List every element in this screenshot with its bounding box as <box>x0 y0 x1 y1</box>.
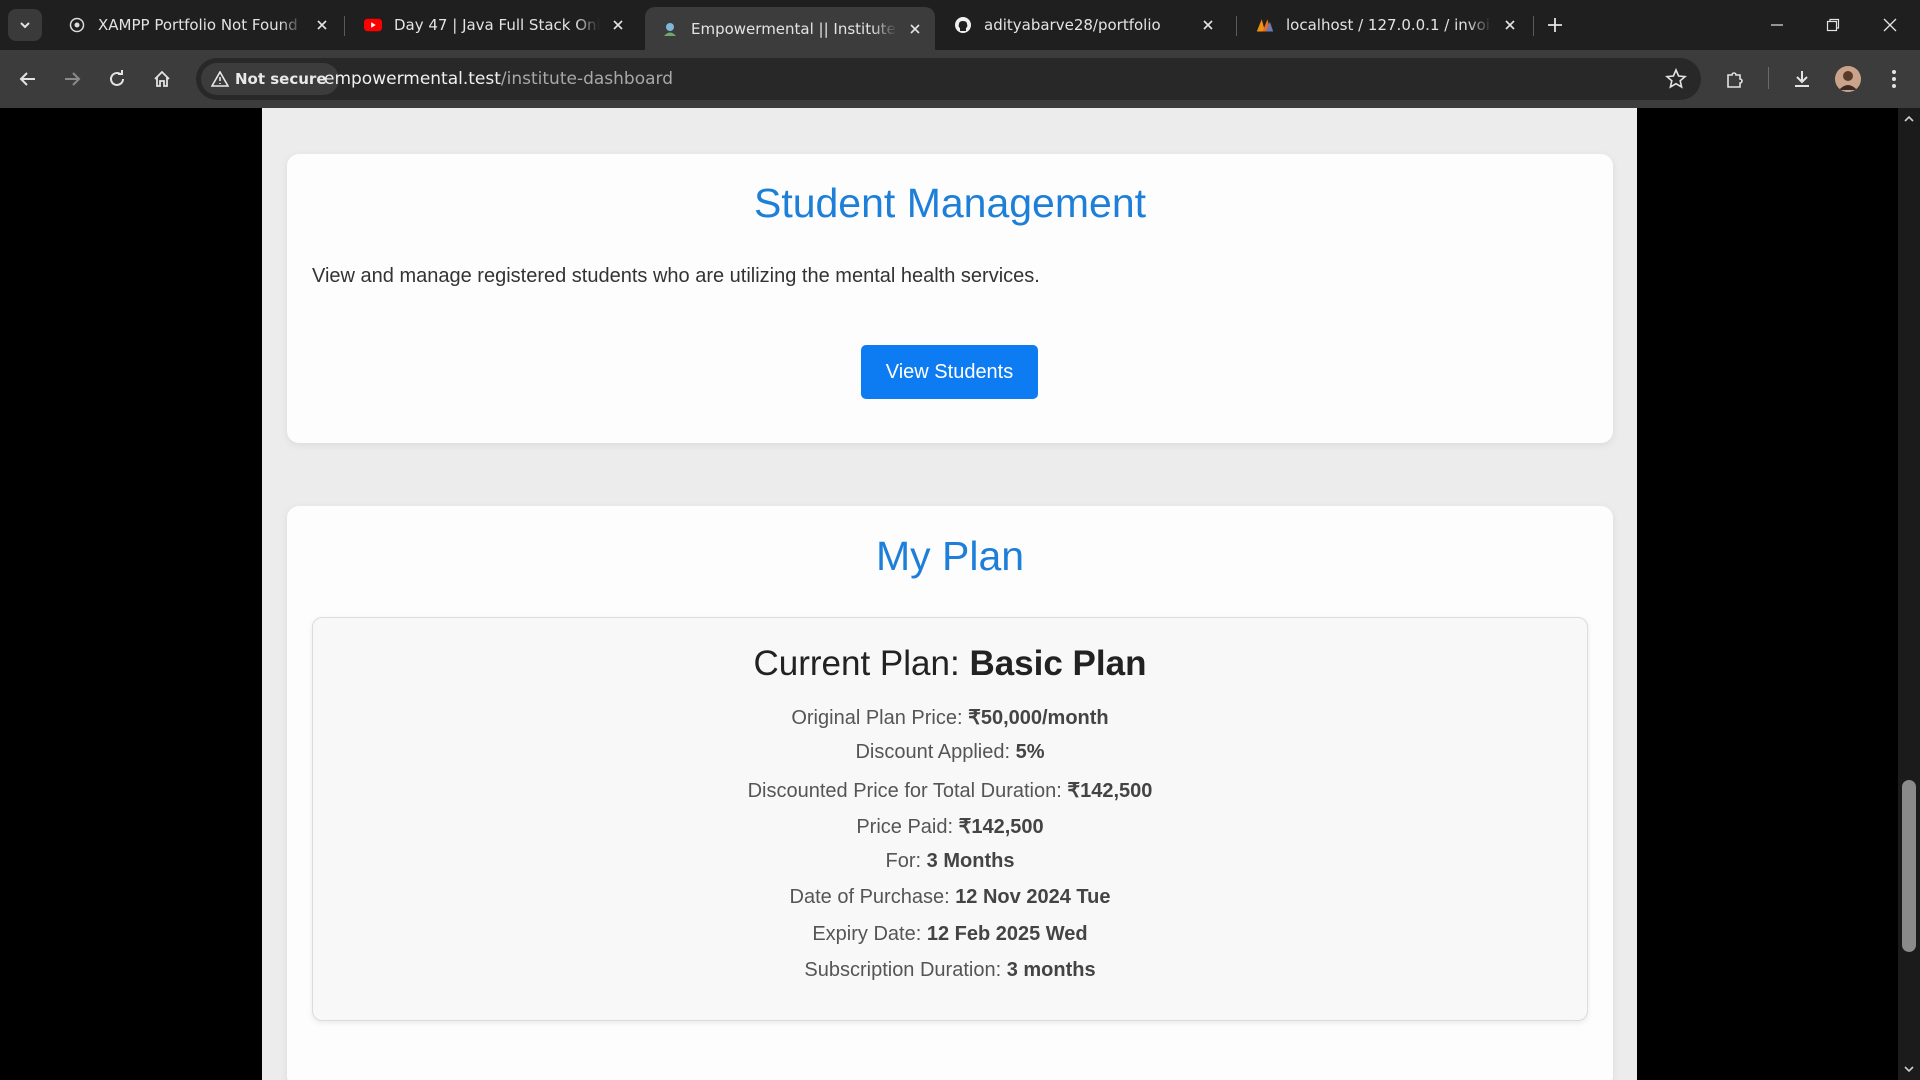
url-text[interactable]: empowermental.test/institute-dashboard <box>324 69 673 89</box>
plan-row-value: 5% <box>1015 741 1045 763</box>
tab-xampp[interactable]: XAMPP Portfolio Not Found <box>52 7 342 43</box>
plan-row-expiry-date: Expiry Date: 12 Feb 2025 Wed <box>313 923 1587 946</box>
student-management-description: View and manage registered students who … <box>312 265 1040 287</box>
minimize-button[interactable] <box>1762 10 1792 40</box>
arrow-right-icon <box>65 72 81 86</box>
plan-row-value: 12 Nov 2024 Tue <box>955 886 1111 908</box>
xampp-icon <box>68 16 86 34</box>
current-plan-heading: Current Plan: Basic Plan <box>313 644 1587 684</box>
student-management-title: Student Management <box>753 180 1147 226</box>
tab-title: Day 47 | Java Full Stack Online T <box>394 16 600 34</box>
downloads-button[interactable] <box>1786 63 1818 95</box>
phpmyadmin-icon <box>1256 16 1274 34</box>
chevron-down-icon <box>20 22 30 29</box>
url-host: empowermental.test <box>324 69 501 89</box>
current-plan-value: Basic Plan <box>969 644 1147 683</box>
page-scrollbar[interactable] <box>1898 108 1920 1080</box>
bookmark-star-icon[interactable] <box>1665 68 1687 90</box>
plan-row-discount: Discount Applied: 5% <box>313 741 1587 764</box>
security-label: Not secure <box>235 70 327 88</box>
minimize-icon <box>1771 24 1783 26</box>
my-plan-title: My Plan <box>875 533 1025 579</box>
scroll-up-arrow-icon[interactable] <box>1904 114 1914 124</box>
tab-title: localhost / 127.0.0.1 / invoice_n <box>1286 16 1492 34</box>
reload-button[interactable] <box>101 63 133 95</box>
plan-row-discounted-price: Discounted Price for Total Duration: ₹14… <box>313 778 1587 803</box>
reload-icon <box>110 70 124 86</box>
tab-phpmyadmin[interactable]: localhost / 127.0.0.1 / invoice_n <box>1240 7 1530 43</box>
view-students-button[interactable]: View Students <box>861 345 1038 399</box>
plan-row-price-paid: Price Paid: ₹142,500 <box>313 814 1587 839</box>
new-tab-button[interactable] <box>1542 12 1568 38</box>
plan-row-label: Original Plan Price: <box>791 707 969 729</box>
url-path: /institute-dashboard <box>500 69 674 89</box>
plan-row-value: 3 months <box>1006 959 1096 981</box>
close-icon[interactable] <box>312 15 332 35</box>
scrollbar-thumb[interactable] <box>1902 780 1916 952</box>
warning-icon <box>211 71 229 87</box>
dashboard-page: Student Management View and manage regis… <box>262 108 1637 1080</box>
plan-row-value: ₹50,000/month <box>968 707 1109 729</box>
plan-row-value: ₹142,500 <box>958 816 1044 838</box>
youtube-icon <box>364 16 382 34</box>
tab-github[interactable]: adityabarve28/portfolio <box>938 7 1228 43</box>
tab-title: Empowermental || Institute Das <box>691 19 897 38</box>
plan-row-value: 3 Months <box>926 850 1015 872</box>
tab-title: XAMPP Portfolio Not Found <box>98 16 298 34</box>
page-viewport: Student Management View and manage regis… <box>0 108 1920 1080</box>
tab-strip: XAMPP Portfolio Not Found Day 47 | Java … <box>0 0 1920 50</box>
github-icon <box>954 16 972 34</box>
close-icon <box>1883 18 1897 32</box>
close-icon[interactable] <box>1500 15 1520 35</box>
plan-row-original-price: Original Plan Price: ₹50,000/month <box>313 705 1587 730</box>
plus-icon <box>1548 18 1562 32</box>
close-window-button[interactable] <box>1875 10 1905 40</box>
tab-empowermental[interactable]: Empowermental || Institute Das <box>645 7 935 50</box>
plan-row-duration: For: 3 Months <box>313 850 1587 873</box>
tab-youtube[interactable]: Day 47 | Java Full Stack Online T <box>348 7 638 43</box>
avatar <box>1835 66 1861 92</box>
home-button[interactable] <box>146 63 178 95</box>
close-icon[interactable] <box>1198 15 1218 35</box>
extensions-button[interactable] <box>1719 63 1751 95</box>
empowermental-icon <box>661 20 679 38</box>
student-management-card: Student Management View and manage regis… <box>287 154 1613 443</box>
arrow-left-icon <box>19 72 35 86</box>
plan-row-label: Price Paid: <box>856 816 959 838</box>
menu-button[interactable] <box>1878 63 1910 95</box>
security-indicator[interactable]: Not secure <box>201 63 339 95</box>
plan-row-label: Discount Applied: <box>855 741 1016 763</box>
download-icon <box>1795 71 1809 87</box>
restore-icon <box>1826 18 1840 32</box>
plan-row-label: For: <box>885 850 927 872</box>
scroll-down-arrow-icon[interactable] <box>1904 1064 1914 1074</box>
profile-button[interactable] <box>1832 63 1864 95</box>
plan-row-label: Date of Purchase: <box>789 886 956 908</box>
tab-title: adityabarve28/portfolio <box>984 16 1161 34</box>
plan-row-subscription-duration: Subscription Duration: 3 months <box>313 959 1587 982</box>
tab-search-button[interactable] <box>8 9 42 41</box>
my-plan-card: My Plan Current Plan: Basic Plan Origina… <box>287 506 1613 1080</box>
plan-row-purchase-date: Date of Purchase: 12 Nov 2024 Tue <box>313 886 1587 909</box>
address-bar[interactable]: Not secure empowermental.test/institute-… <box>196 58 1701 100</box>
plan-row-label: Subscription Duration: <box>804 959 1007 981</box>
puzzle-icon <box>1727 72 1743 88</box>
plan-details-box: Current Plan: Basic Plan Original Plan P… <box>312 617 1588 1021</box>
home-icon <box>154 70 170 87</box>
restore-button[interactable] <box>1818 10 1848 40</box>
current-plan-label: Current Plan: <box>753 644 970 683</box>
kebab-menu-icon <box>1892 70 1896 88</box>
close-icon[interactable] <box>608 15 628 35</box>
browser-toolbar: Not secure empowermental.test/institute-… <box>0 50 1920 108</box>
plan-row-label: Discounted Price for Total Duration: <box>747 780 1068 802</box>
plan-row-label: Expiry Date: <box>812 923 927 945</box>
plan-row-value: 12 Feb 2025 Wed <box>926 923 1088 945</box>
close-icon[interactable] <box>905 19 925 39</box>
back-button[interactable] <box>12 63 44 95</box>
plan-row-value: ₹142,500 <box>1067 780 1153 802</box>
forward-button[interactable] <box>56 63 88 95</box>
